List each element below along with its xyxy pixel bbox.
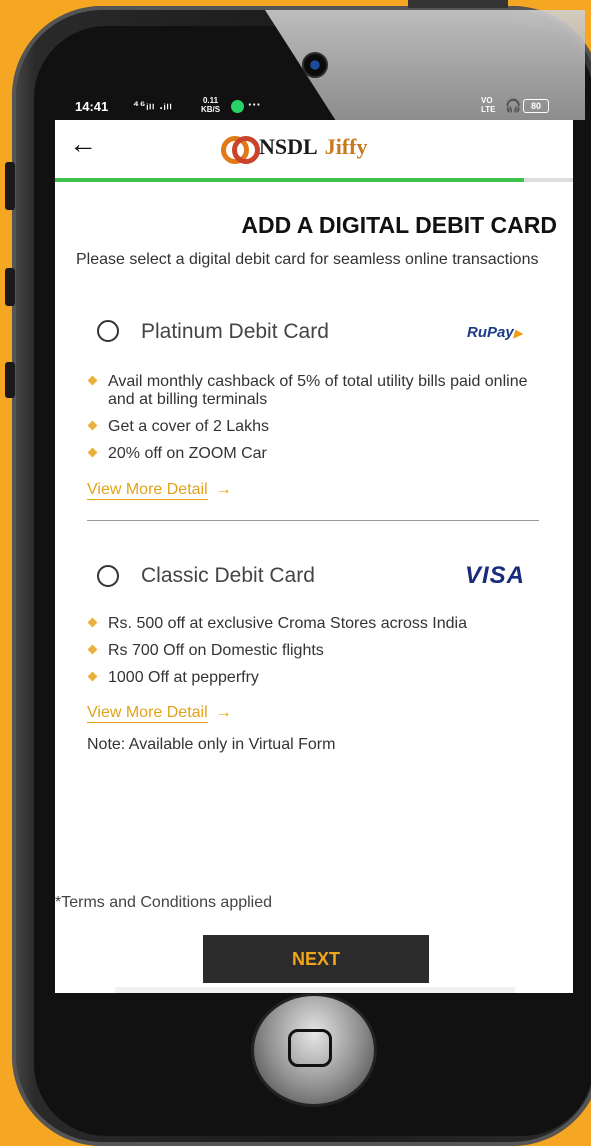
status-time: 14:41	[75, 99, 109, 114]
platinum-card-radio[interactable]	[97, 320, 119, 342]
feature-item: 20% off on ZOOM Car	[87, 445, 547, 463]
whatsapp-icon	[231, 100, 244, 113]
status-bar: 14:41 ⁴⁶ᵢₗₗ .ᵢₗₗ 0.11 KB/S ··· VO LTE 🎧 …	[55, 96, 573, 120]
feature-item: Avail monthly cashback of 5% of total ut…	[87, 373, 547, 409]
page-subtitle: Please select a digital debit card for s…	[76, 251, 539, 268]
feature-item: 1000 Off at pepperfry	[87, 669, 547, 687]
platinum-card-name[interactable]: Platinum Debit Card	[141, 320, 329, 344]
card-divider	[87, 520, 539, 521]
platinum-feature-list: Avail monthly cashback of 5% of total ut…	[87, 373, 547, 472]
brand-suffix: Jiffy	[324, 134, 368, 159]
nsdl-jiffy-logo: NSDL Jiffy	[221, 134, 368, 164]
power-button	[408, 0, 508, 8]
next-button[interactable]: NEXT	[203, 935, 429, 983]
arrow-right-icon: →	[215, 704, 232, 721]
classic-view-more-link[interactable]: View More Detail →	[87, 704, 232, 723]
progress-bar	[55, 178, 573, 182]
nav-strip	[115, 987, 515, 993]
signal-icon: ⁴⁶ᵢₗₗ .ᵢₗₗ	[133, 98, 173, 112]
home-square-icon	[288, 1029, 332, 1067]
classic-card-name[interactable]: Classic Debit Card	[141, 564, 315, 588]
virtual-form-note: Note: Available only in Virtual Form	[87, 736, 336, 753]
platinum-view-more-link[interactable]: View More Detail →	[87, 481, 232, 500]
feature-item: Rs. 500 off at exclusive Croma Stores ac…	[87, 615, 547, 633]
battery-icon: 80	[523, 99, 549, 113]
classic-card-radio[interactable]	[97, 565, 119, 587]
feature-item: Rs 700 Off on Domestic flights	[87, 642, 547, 660]
brand-name: NSDL	[259, 134, 318, 159]
network-speed: 0.11 KB/S	[201, 96, 221, 114]
more-notifications-icon: ···	[248, 97, 261, 112]
progress-fill	[55, 178, 524, 182]
app-bar: ← NSDL Jiffy	[55, 120, 573, 178]
terms-text: *Terms and Conditions applied	[55, 894, 273, 911]
feature-item: Get a cover of 2 Lakhs	[87, 418, 547, 436]
arrow-right-icon: →	[215, 481, 232, 498]
volume-up-button	[5, 162, 15, 210]
volte-icon: VO LTE	[481, 96, 496, 114]
home-button[interactable]	[254, 996, 374, 1104]
classic-feature-list: Rs. 500 off at exclusive Croma Stores ac…	[87, 615, 547, 696]
headset-icon: 🎧	[505, 98, 522, 113]
back-arrow-icon[interactable]: ←	[69, 128, 97, 160]
visa-logo: VISA	[465, 562, 526, 589]
volume-down-button	[5, 268, 15, 306]
app-screen: ← NSDL Jiffy ADD A DIGITAL DEBIT CARD Pl…	[55, 120, 573, 993]
nsdl-logo-icon	[221, 136, 260, 164]
side-button	[5, 362, 15, 398]
rupay-logo: RuPay▶	[467, 324, 523, 341]
camera-icon	[302, 52, 328, 78]
page-title: ADD A DIGITAL DEBIT CARD	[241, 212, 557, 238]
